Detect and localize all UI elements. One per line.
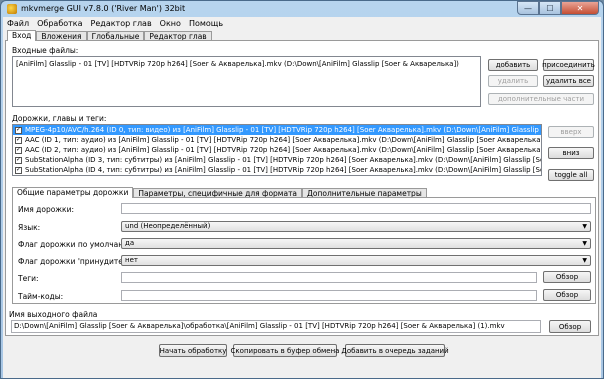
track-row[interactable]: ✓ SubStationAlpha (ID 4, тип: субтитры) …	[13, 165, 541, 175]
chevron-down-icon: ▼	[582, 240, 587, 247]
track-label: SubStationAlpha (ID 4, тип: субтитры) из…	[25, 166, 541, 174]
app-icon	[7, 4, 17, 14]
close-button[interactable]: ✕	[561, 1, 599, 15]
track-checkbox[interactable]: ✓	[15, 146, 22, 154]
add-to-job-queue-button[interactable]: Добавить в очередь заданий	[341, 344, 449, 357]
track-label: SubStationAlpha (ID 3, тип: субтитры) из…	[25, 156, 541, 164]
track-label: AAC (ID 2, тип: аудио) из [AniFilm] Glas…	[25, 146, 542, 154]
menu-help[interactable]: Помощь	[189, 19, 223, 28]
move-up-button[interactable]: вверх	[548, 126, 594, 138]
tracks-list[interactable]: ✓ MPEG-4p10/AVC/h.264 (ID 0, тип: видео)…	[12, 124, 542, 176]
track-checkbox[interactable]: ✓	[15, 166, 22, 174]
track-options-panel: Общие параметры дорожки Параметры, специ…	[12, 187, 596, 304]
input-files-list[interactable]: [AniFilm] Glasslip - 01 [TV] [HDTVRip 72…	[12, 56, 481, 107]
output-browse-button[interactable]: Обзор	[549, 320, 591, 333]
chevron-down-icon: ▼	[582, 257, 587, 264]
menu-window[interactable]: Окно	[160, 19, 181, 28]
timecodes-browse-button[interactable]: Обзор	[543, 289, 591, 301]
forced-flag-select[interactable]: нет ▼	[121, 255, 591, 266]
menu-chapter-editor[interactable]: Редактор глав	[91, 19, 152, 28]
remove-button[interactable]: удалить	[488, 75, 538, 87]
default-flag-select[interactable]: да ▼	[121, 238, 591, 249]
chevron-down-icon: ▼	[582, 223, 587, 230]
timecodes-label: Тайм-коды:	[18, 292, 64, 301]
track-row[interactable]: ✓ AAC (ID 2, тип: аудио) из [AniFilm] Gl…	[13, 145, 541, 155]
tracks-label: Дорожки, главы и теги:	[12, 114, 107, 123]
tags-input[interactable]	[121, 272, 537, 283]
track-label: MPEG-4p10/AVC/h.264 (ID 0, тип: видео) и…	[25, 126, 541, 134]
menu-file[interactable]: Файл	[7, 19, 29, 28]
title-bar[interactable]: mkvmerge GUI v7.8.0 ('River Man') 32bit …	[1, 1, 603, 17]
input-files-label: Входные файлы:	[12, 46, 79, 55]
menu-bar: Файл Обработка Редактор глав Окно Помощь	[3, 17, 601, 29]
input-tab-pane: Входные файлы: [AniFilm] Glasslip - 01 […	[5, 40, 599, 336]
language-label: Язык:	[18, 223, 41, 232]
language-select[interactable]: und (Неопределённый) ▼	[121, 221, 591, 232]
timecodes-input[interactable]	[121, 290, 537, 301]
track-row[interactable]: ✓ SubStationAlpha (ID 3, тип: субтитры) …	[13, 155, 541, 165]
copy-to-clipboard-button[interactable]: Скопировать в буфер обмена	[231, 344, 339, 357]
move-down-button[interactable]: вниз	[548, 147, 594, 159]
track-label: AAC (ID 1, тип: аудио) из [AniFilm] Glas…	[25, 136, 542, 144]
input-file-item[interactable]: [AniFilm] Glasslip - 01 [TV] [HDTVRip 72…	[13, 57, 480, 71]
client-area: Вход Вложения Глобальные Редактор глав В…	[3, 29, 601, 378]
window-title: mkvmerge GUI v7.8.0 ('River Man') 32bit	[21, 4, 186, 13]
maximize-button[interactable]: ☐	[539, 1, 561, 15]
tags-browse-button[interactable]: Обзор	[543, 271, 591, 283]
track-name-input[interactable]	[121, 203, 591, 214]
main-window: mkvmerge GUI v7.8.0 ('River Man') 32bit …	[0, 0, 604, 379]
track-checkbox[interactable]: ✓	[15, 136, 22, 144]
default-flag-label: Флаг дорожки по умолчанию:	[18, 240, 137, 249]
tags-label: Теги:	[18, 274, 39, 283]
general-options-body: Имя дорожки: Язык: und (Неопределённый) …	[12, 197, 596, 304]
tab-general-track-options[interactable]: Общие параметры дорожки	[12, 187, 134, 198]
toggle-all-button[interactable]: toggle all	[548, 169, 594, 181]
minimize-button[interactable]: —	[517, 1, 539, 15]
track-name-label: Имя дорожки:	[18, 205, 74, 214]
start-muxing-button[interactable]: Начать обработку	[159, 344, 227, 357]
remove-all-button[interactable]: удалить все	[543, 75, 594, 87]
track-checkbox[interactable]: ✓	[15, 126, 22, 134]
additional-parts-button[interactable]: дополнительные части	[488, 93, 594, 105]
output-file-input[interactable]: D:\Down\[AniFilm] Glasslip [Soer & Аквар…	[11, 320, 541, 333]
output-file-label: Имя выходного файла	[9, 310, 98, 319]
track-checkbox[interactable]: ✓	[15, 156, 22, 164]
append-button[interactable]: присоединить	[542, 59, 595, 71]
add-button[interactable]: добавить	[488, 59, 538, 71]
track-row[interactable]: ✓ AAC (ID 1, тип: аудио) из [AniFilm] Gl…	[13, 135, 541, 145]
track-row[interactable]: ✓ MPEG-4p10/AVC/h.264 (ID 0, тип: видео)…	[13, 125, 541, 135]
menu-muxing[interactable]: Обработка	[37, 19, 82, 28]
tab-input[interactable]: Вход	[7, 30, 37, 41]
